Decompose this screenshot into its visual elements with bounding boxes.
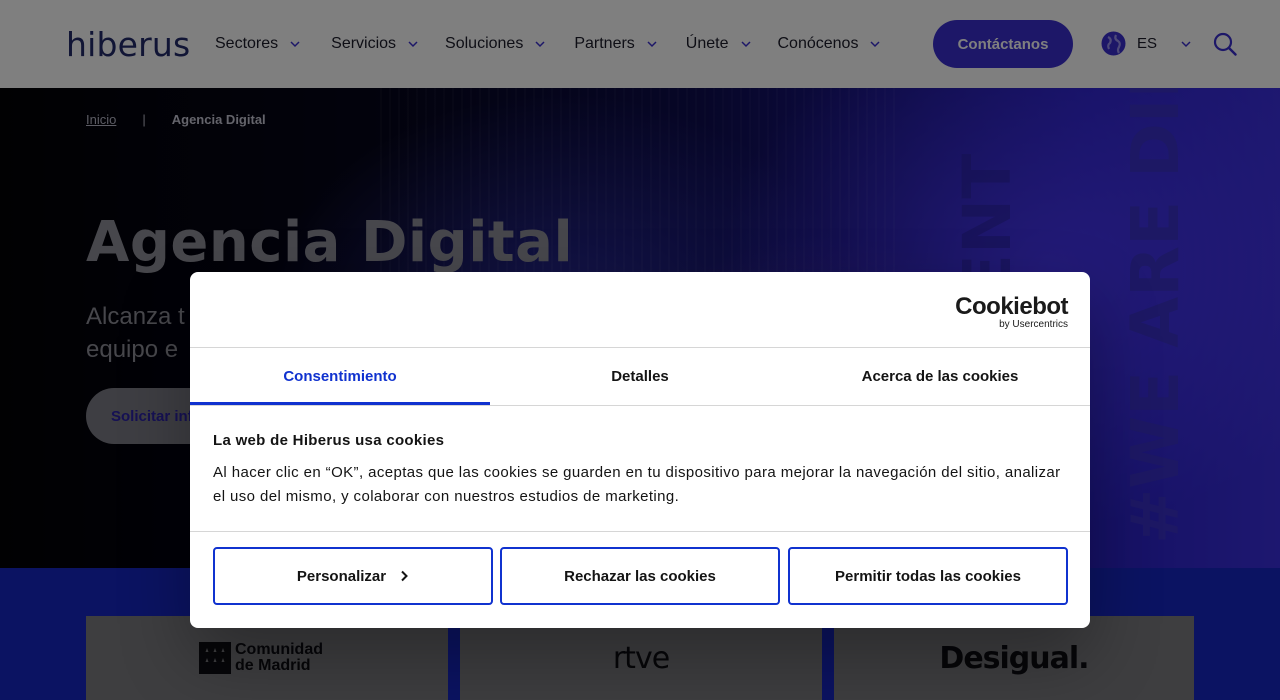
divider (190, 531, 1090, 532)
cookiebot-brand: Cookiebot (955, 293, 1068, 320)
allow-all-cookies-button[interactable]: Permitir todas las cookies (788, 547, 1068, 605)
cookiebot-logo: Cookiebot by Usercentrics (955, 294, 1068, 330)
cookie-dialog-text: Al hacer clic en “OK”, aceptas que las c… (213, 464, 1061, 505)
cookie-dialog-heading: La web de Hiberus usa cookies (213, 432, 445, 449)
cookie-tabs: Consentimiento Detalles Acerca de las co… (190, 348, 1090, 405)
cookie-consent-dialog: Cookiebot by Usercentrics Consentimiento… (190, 272, 1090, 628)
tab-consentimiento[interactable]: Consentimiento (190, 348, 490, 405)
cookiebot-brand-sub: by Usercentrics (999, 319, 1068, 330)
cookie-dialog-body: La web de Hiberus usa cookies Al hacer c… (213, 432, 1063, 509)
tab-acerca-de-las-cookies[interactable]: Acerca de las cookies (790, 348, 1090, 405)
divider (190, 405, 1090, 406)
reject-cookies-button[interactable]: Rechazar las cookies (500, 547, 780, 605)
customize-button-label: Personalizar (296, 567, 387, 585)
chevron-right-icon (400, 570, 409, 582)
customize-button[interactable]: Personalizar (213, 547, 493, 605)
tab-detalles[interactable]: Detalles (490, 348, 790, 405)
